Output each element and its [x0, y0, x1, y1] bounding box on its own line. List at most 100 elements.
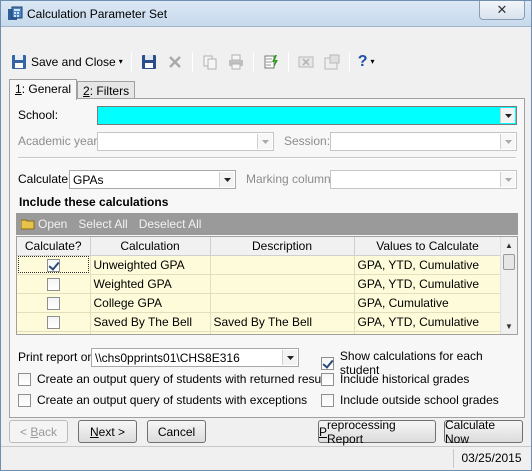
chevron-down-icon[interactable]: [500, 134, 515, 149]
calculations-grid: Calculate? Calculation Description Value…: [16, 236, 518, 335]
column-header-description[interactable]: Description: [210, 237, 355, 256]
back-button[interactable]: < Back: [9, 420, 68, 443]
print-report-label: Print report on: [18, 350, 95, 364]
table-row[interactable]: Unweighted GPA GPA, YTD, Cumulative: [17, 255, 502, 275]
printer-select[interactable]: \\chs0pprints01\CHS8E316: [91, 348, 299, 367]
include-calculations-heading: Include these calculations: [19, 195, 169, 209]
column-header-calculate[interactable]: Calculate?: [17, 237, 91, 256]
dialog-window: Calculation Parameter Set ✕ Save and Clo…: [0, 0, 532, 471]
table-row[interactable]: College GPA GPA, Cumulative: [17, 293, 502, 313]
include-historical-option[interactable]: Include historical grades: [321, 372, 469, 386]
column-header-values[interactable]: Values to Calculate: [354, 237, 502, 256]
save-icon: [140, 53, 158, 71]
chevron-down-icon[interactable]: [500, 172, 515, 187]
calculation-cell[interactable]: College GPA: [90, 293, 211, 313]
values-cell[interactable]: GPA, YTD, Cumulative: [354, 312, 502, 332]
scroll-up-icon[interactable]: ▲: [501, 237, 517, 253]
save-and-close-label: Save and Close: [31, 54, 116, 69]
open-button[interactable]: Open: [21, 217, 67, 231]
next-button[interactable]: Next >: [78, 420, 137, 443]
school-select[interactable]: [97, 106, 517, 125]
table-row[interactable]: [17, 331, 502, 334]
floppy-disk-icon: [10, 53, 28, 71]
marking-column-select[interactable]: [330, 170, 517, 189]
output-exceptions-checkbox[interactable]: [18, 393, 31, 407]
chevron-down-icon[interactable]: [282, 350, 297, 365]
description-cell[interactable]: [210, 293, 355, 313]
row-checkbox[interactable]: [46, 296, 60, 310]
preprocessing-report-button[interactable]: Preprocessing Report: [318, 418, 436, 446]
save-and-close-button[interactable]: Save and Close ▾: [7, 51, 126, 73]
properties-button[interactable]: [320, 51, 344, 73]
print-button[interactable]: [224, 51, 248, 73]
image-x-icon: [297, 53, 315, 71]
row-checkbox[interactable]: [46, 277, 60, 291]
tab-strip: 1: General 2: Filters: [9, 79, 136, 100]
include-historical-checkbox[interactable]: [321, 372, 334, 386]
description-cell[interactable]: [210, 274, 355, 294]
chevron-down-icon[interactable]: [500, 108, 515, 123]
run-button[interactable]: [259, 51, 283, 73]
values-cell[interactable]: GPA, YTD, Cumulative: [354, 274, 502, 294]
close-icon: ✕: [496, 2, 508, 17]
description-cell[interactable]: [210, 331, 355, 334]
close-button[interactable]: ✕: [479, 1, 525, 20]
output-returned-checkbox[interactable]: [18, 372, 31, 386]
chevron-down-icon[interactable]: ▾: [371, 57, 375, 66]
chevron-down-icon[interactable]: [219, 172, 234, 187]
delete-button[interactable]: [163, 51, 187, 73]
row-checkbox[interactable]: [46, 315, 60, 329]
calculate-select[interactable]: GPAs: [69, 170, 236, 189]
select-all-button[interactable]: Select All: [78, 217, 127, 231]
table-row[interactable]: Saved By The Bell Saved By The Bell GPA,…: [17, 312, 502, 332]
values-cell[interactable]: [354, 331, 502, 334]
scroll-thumb[interactable]: [503, 254, 515, 270]
grid-toolbar: Open Select All Deselect All: [16, 213, 518, 235]
help-button[interactable]: ? ▾: [355, 51, 378, 73]
values-cell[interactable]: GPA, Cumulative: [354, 293, 502, 313]
app-icon: [7, 6, 23, 22]
output-exceptions-option[interactable]: Create an output query of students with …: [18, 393, 307, 407]
calculate-cell[interactable]: [17, 255, 91, 275]
school-label: School:: [18, 108, 59, 122]
divider: [18, 157, 516, 159]
calculate-cell[interactable]: [17, 293, 91, 313]
grid-scrollbar[interactable]: ▲ ▼: [500, 237, 517, 334]
output-returned-option[interactable]: Create an output query of students with …: [18, 372, 333, 386]
include-outside-option[interactable]: Include outside school grades: [321, 393, 499, 407]
description-cell[interactable]: [210, 255, 355, 275]
chevron-down-icon[interactable]: ▾: [119, 57, 123, 66]
session-label: Session:: [284, 134, 331, 148]
calculation-cell[interactable]: Unweighted GPA: [90, 255, 211, 275]
session-select[interactable]: [330, 132, 517, 151]
calculation-cell[interactable]: Saved By The Bell: [90, 312, 211, 332]
save-button[interactable]: [137, 51, 161, 73]
calculate-now-button[interactable]: Calculate Now: [444, 418, 523, 446]
chevron-down-icon[interactable]: [257, 134, 272, 149]
show-calculations-checkbox[interactable]: [321, 356, 334, 370]
calculate-cell[interactable]: [17, 312, 91, 332]
calculation-cell[interactable]: Weighted GPA: [90, 274, 211, 294]
row-checkbox[interactable]: [46, 258, 60, 272]
academic-year-select[interactable]: [97, 132, 274, 151]
description-cell[interactable]: Saved By The Bell: [210, 312, 355, 332]
calculate-cell[interactable]: [17, 274, 91, 294]
deselect-all-button[interactable]: Deselect All: [139, 217, 202, 231]
values-cell[interactable]: GPA, YTD, Cumulative: [354, 255, 502, 275]
tab-general[interactable]: 1: General: [9, 79, 78, 100]
copy-icon: [201, 53, 219, 71]
marking-column-label: Marking column:: [246, 172, 335, 186]
include-outside-checkbox[interactable]: [321, 393, 334, 407]
cancel-button[interactable]: Cancel: [147, 420, 206, 443]
image-button[interactable]: [294, 51, 318, 73]
table-row[interactable]: Weighted GPA GPA, YTD, Cumulative: [17, 274, 502, 294]
printer-icon: [227, 53, 245, 71]
calculate-cell[interactable]: [17, 331, 91, 334]
tab-filters[interactable]: 2: Filters: [77, 81, 136, 99]
scroll-down-icon[interactable]: ▼: [501, 318, 517, 334]
toolbar-separator: [348, 51, 350, 72]
column-header-calculation[interactable]: Calculation: [90, 237, 211, 256]
toolbar-separator: [252, 51, 254, 72]
copy-button[interactable]: [198, 51, 222, 73]
calculation-cell[interactable]: [90, 331, 211, 334]
